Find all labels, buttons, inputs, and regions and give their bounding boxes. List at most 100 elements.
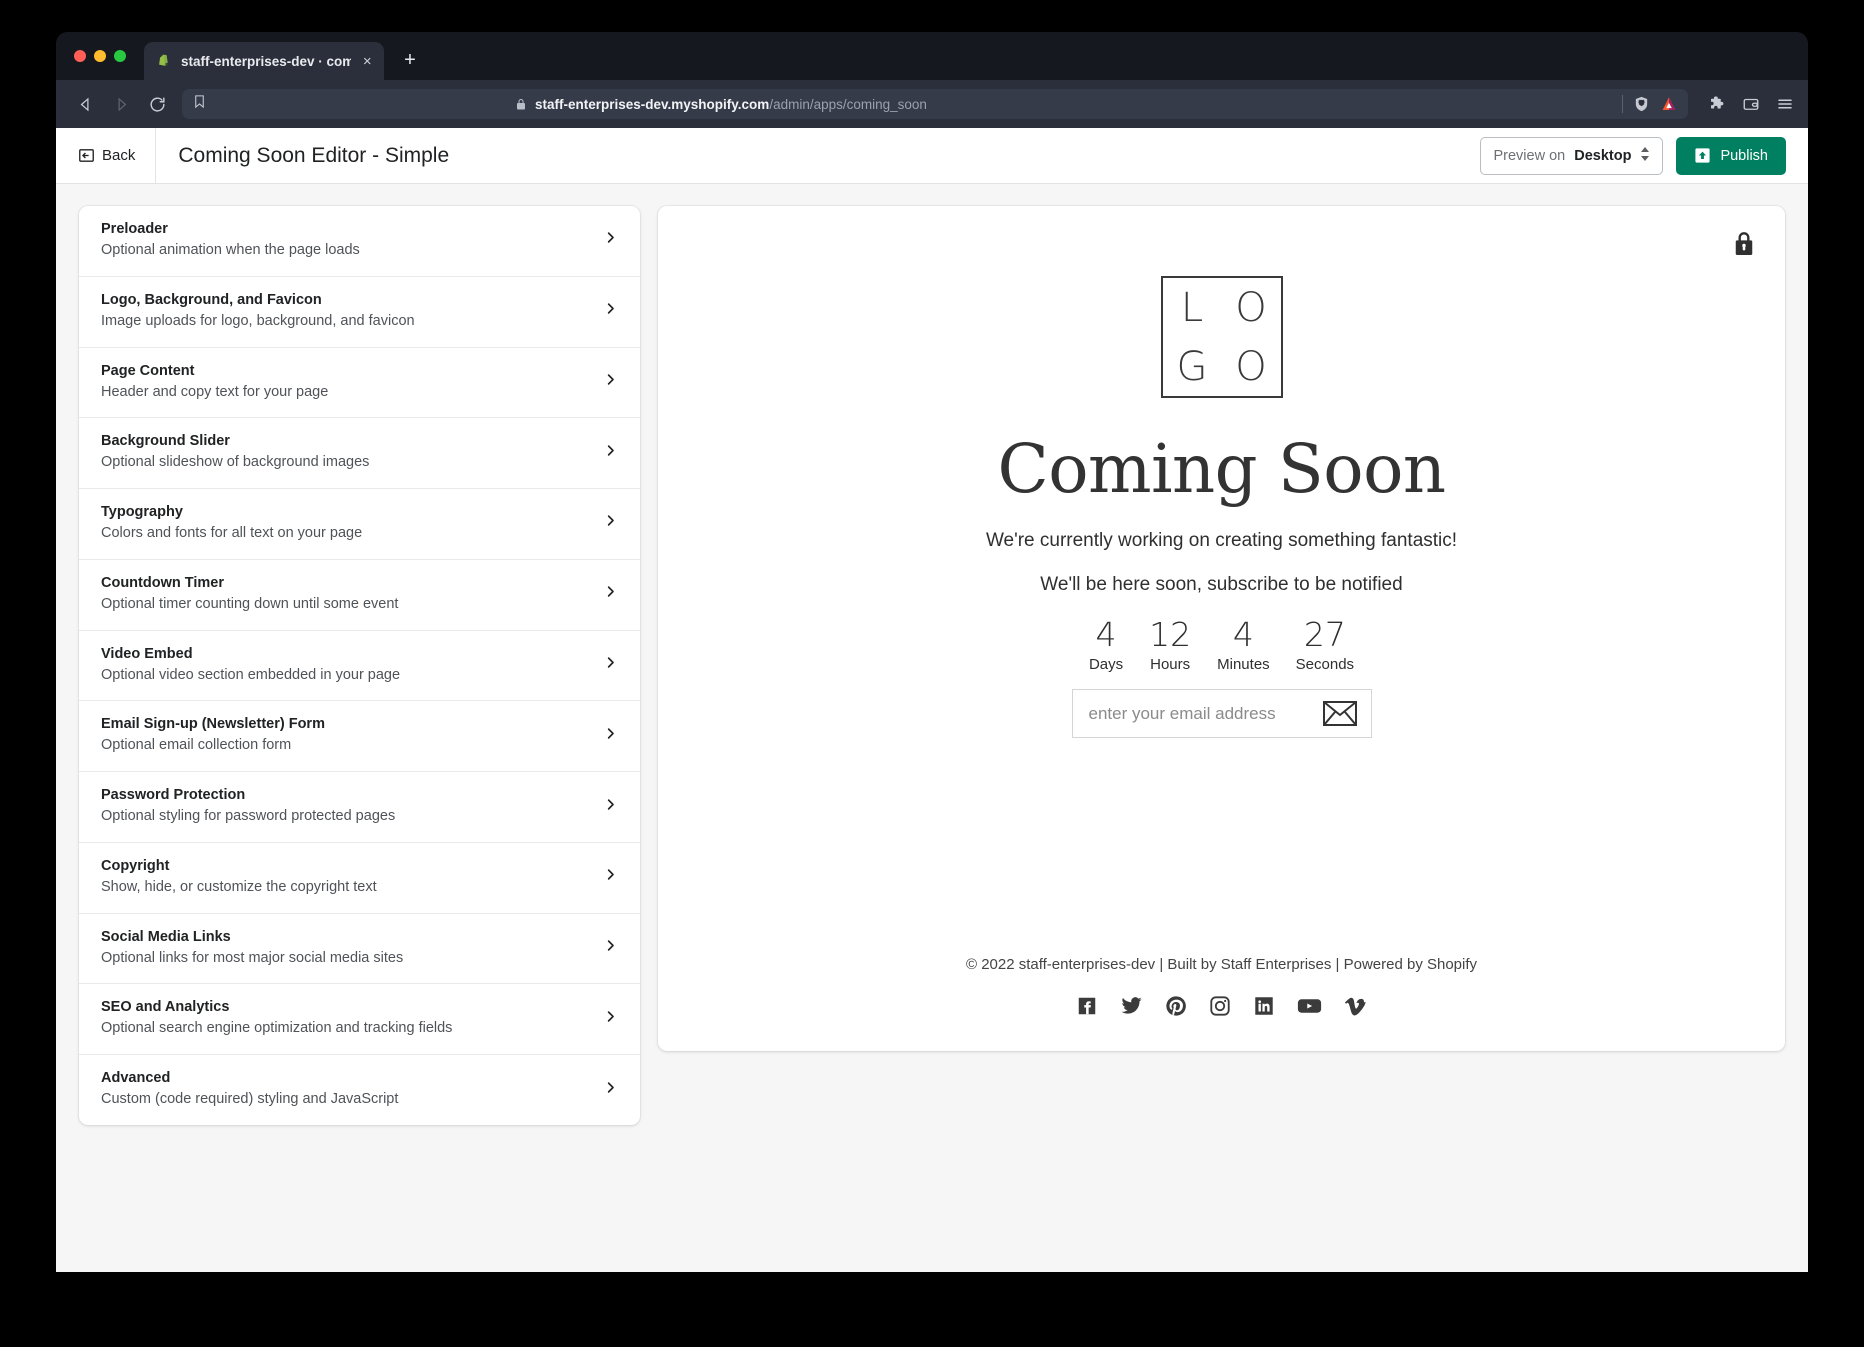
brave-rewards-icon[interactable] <box>1660 95 1678 113</box>
minimize-window-button[interactable] <box>94 50 106 62</box>
reload-icon[interactable] <box>142 89 172 119</box>
setting-title: Video Embed <box>101 645 193 662</box>
chevron-right-icon <box>591 513 618 533</box>
email-input[interactable] <box>1088 703 1323 724</box>
preview-device-select[interactable]: Preview on Desktop <box>1480 136 1664 175</box>
setting-row-copyright[interactable]: Copyright Show, hide, or customize the c… <box>79 843 640 914</box>
window-traffic-lights <box>74 32 144 80</box>
setting-row-page-content[interactable]: Page Content Header and copy text for yo… <box>79 348 640 419</box>
chevron-right-icon <box>591 655 618 675</box>
setting-row-preloader[interactable]: Preloader Optional animation when the pa… <box>79 206 640 277</box>
setting-row-logo-background-favicon[interactable]: Logo, Background, and Favicon Image uplo… <box>79 277 640 348</box>
logo-char-2: O <box>1235 284 1267 331</box>
chevron-right-icon <box>591 230 618 250</box>
linkedin-icon[interactable] <box>1253 995 1275 1017</box>
preview-content: L O G O Coming Soon We're currently work… <box>658 240 1785 739</box>
facebook-icon[interactable] <box>1076 995 1098 1017</box>
preview-panel: L O G O Coming Soon We're currently work… <box>658 206 1785 1051</box>
back-button[interactable]: Back <box>56 128 157 183</box>
back-button-label: Back <box>102 147 136 164</box>
setting-title: Page Content <box>101 362 195 379</box>
countdown-value: 27 <box>1303 615 1346 655</box>
publish-upload-icon <box>1694 147 1711 164</box>
padlock-icon[interactable] <box>1733 232 1755 261</box>
setting-description: Image uploads for logo, background, and … <box>101 312 415 329</box>
setting-row-background-slider[interactable]: Background Slider Optional slideshow of … <box>79 418 640 490</box>
chevron-right-icon <box>591 372 618 392</box>
close-window-button[interactable] <box>74 50 86 62</box>
tab-strip: staff-enterprises-dev · coming_ × + <box>56 32 1808 80</box>
back-arrow-icon[interactable] <box>70 89 100 119</box>
countdown-label: Seconds <box>1295 656 1355 674</box>
brave-shield-icon[interactable] <box>1633 95 1650 113</box>
app-viewport: Back Coming Soon Editor - Simple Preview… <box>56 128 1808 1272</box>
setting-description: Optional slideshow of background images <box>101 454 370 471</box>
chevron-right-icon <box>591 584 618 604</box>
preview-select-value: Desktop <box>1574 147 1632 164</box>
publish-button[interactable]: Publish <box>1676 136 1786 175</box>
preview-lead-text-1: We're currently working on creating some… <box>985 530 1458 552</box>
chevron-right-icon <box>591 867 618 887</box>
setting-description: Show, hide, or customize the copyright t… <box>101 878 377 895</box>
setting-title: Password Protection <box>101 787 246 804</box>
setting-title: Typography <box>101 504 183 521</box>
chevron-right-icon <box>591 797 618 817</box>
email-signup-form <box>1071 689 1372 739</box>
setting-description: Header and copy text for your page <box>101 383 329 400</box>
setting-row-video-embed[interactable]: Video Embed Optional video section embed… <box>79 631 640 702</box>
new-tab-button[interactable]: + <box>398 49 422 72</box>
preview-heading: Coming Soon <box>997 430 1446 508</box>
url-path: /admin/apps/coming_soon <box>769 96 927 112</box>
countdown-unit-days: 4 Days <box>1089 616 1123 673</box>
preview-footer: © 2022 staff-enterprises-dev | Built by … <box>658 956 1785 1051</box>
setting-title: SEO and Analytics <box>101 999 230 1016</box>
setting-description: Optional animation when the page loads <box>101 242 360 259</box>
setting-description: Optional timer counting down until some … <box>101 595 399 612</box>
logo-placeholder: L O G O <box>1160 276 1283 398</box>
bookmark-icon[interactable] <box>192 94 207 114</box>
chevron-right-icon <box>591 443 618 463</box>
tab-title: staff-enterprises-dev · coming_ <box>181 53 352 69</box>
setting-description: Optional video section embedded in your … <box>101 666 401 683</box>
page-title: Coming Soon Editor - Simple <box>178 143 450 167</box>
logo-char-1: L <box>1180 284 1204 331</box>
vimeo-icon[interactable] <box>1344 995 1368 1017</box>
instagram-icon[interactable] <box>1209 995 1231 1017</box>
countdown-unit-seconds: 27 Seconds <box>1296 616 1354 673</box>
puzzle-icon[interactable] <box>1708 95 1726 113</box>
close-tab-button[interactable]: × <box>360 54 374 69</box>
setting-row-typography[interactable]: Typography Colors and fonts for all text… <box>79 489 640 560</box>
hamburger-menu-icon[interactable] <box>1776 95 1794 113</box>
shopify-bag-icon <box>156 53 172 69</box>
countdown-label: Hours <box>1150 656 1191 674</box>
chevron-right-icon <box>591 726 618 746</box>
maximize-window-button[interactable] <box>114 50 126 62</box>
wallet-icon[interactable] <box>1742 95 1760 113</box>
setting-row-advanced[interactable]: Advanced Custom (code required) styling … <box>79 1055 640 1125</box>
url-domain: staff-enterprises-dev.myshopify.com <box>535 96 770 112</box>
countdown-label: Minutes <box>1217 656 1270 674</box>
chevron-right-icon <box>591 1009 618 1029</box>
setting-row-countdown-timer[interactable]: Countdown Timer Optional timer counting … <box>79 560 640 631</box>
app-body: Preloader Optional animation when the pa… <box>56 184 1808 1125</box>
setting-title: Logo, Background, and Favicon <box>101 291 322 308</box>
forward-arrow-icon[interactable] <box>106 89 136 119</box>
setting-row-seo-and-analytics[interactable]: SEO and Analytics Optional search engine… <box>79 984 640 1056</box>
address-bar[interactable]: staff-enterprises-dev.myshopify.com/admi… <box>182 89 1688 119</box>
browser-tab[interactable]: staff-enterprises-dev · coming_ × <box>144 42 384 80</box>
chevron-right-icon <box>591 301 618 321</box>
setting-row-email-signup-form[interactable]: Email Sign-up (Newsletter) Form Optional… <box>79 701 640 773</box>
pinterest-icon[interactable] <box>1165 995 1187 1017</box>
chevron-right-icon <box>591 938 618 958</box>
twitter-icon[interactable] <box>1120 995 1143 1017</box>
envelope-icon[interactable] <box>1322 701 1357 727</box>
setting-title: Advanced <box>101 1070 171 1087</box>
youtube-icon[interactable] <box>1297 995 1322 1017</box>
logo-char-3: G <box>1176 343 1208 390</box>
countdown-value: 4 <box>1095 615 1117 655</box>
setting-title: Preloader <box>101 221 168 237</box>
setting-row-password-protection[interactable]: Password Protection Optional styling for… <box>79 772 640 843</box>
back-boxed-arrow-icon <box>78 147 95 164</box>
setting-row-social-media-links[interactable]: Social Media Links Optional links for mo… <box>79 914 640 985</box>
browser-window: staff-enterprises-dev · coming_ × + staf… <box>56 32 1808 1272</box>
